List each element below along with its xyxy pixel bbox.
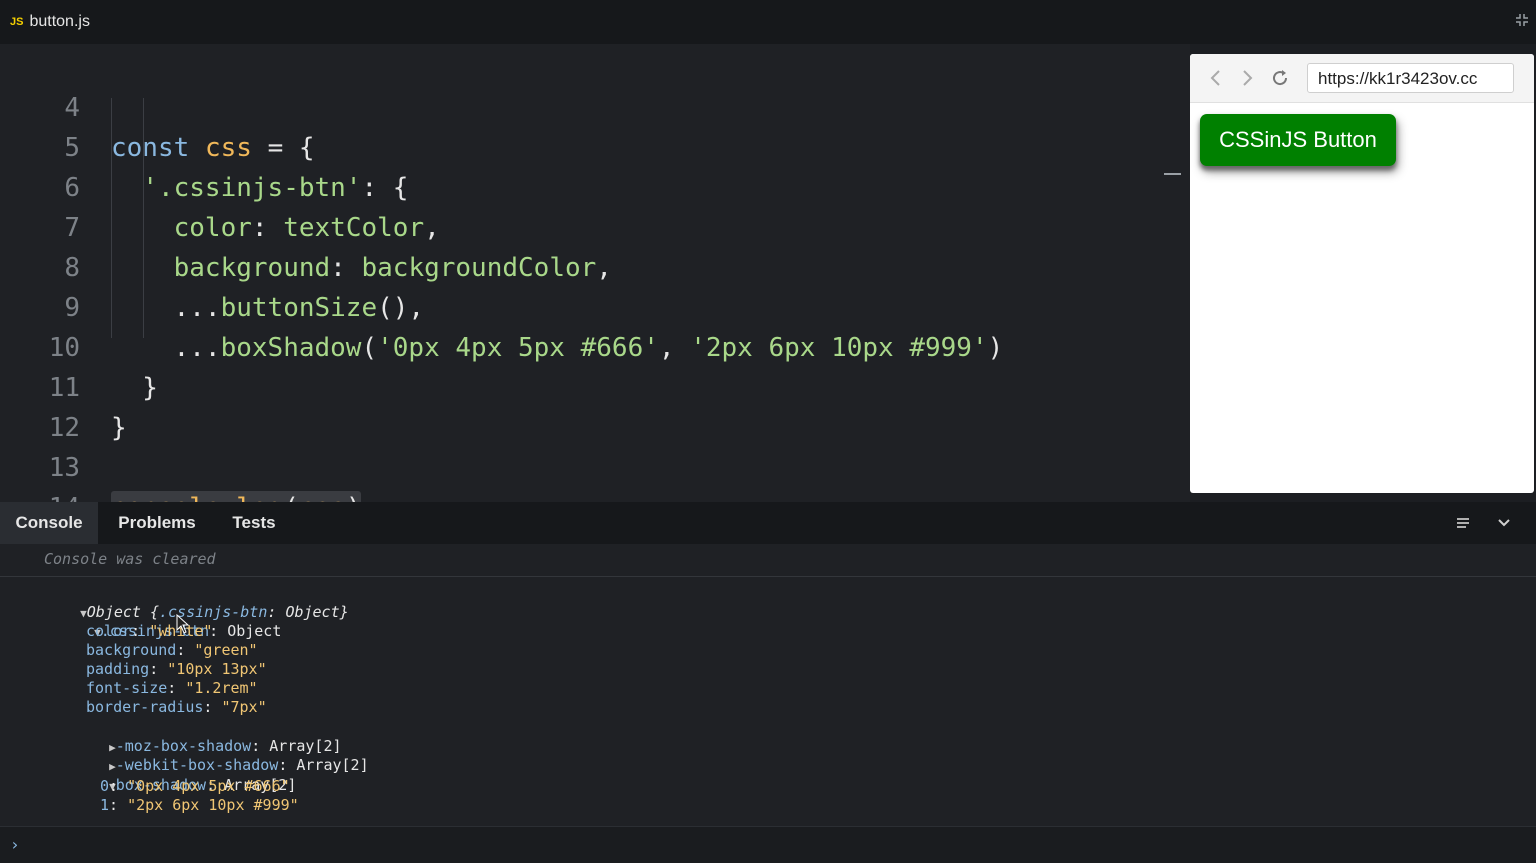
property-row: font-size: "1.2rem" <box>86 679 258 697</box>
code-line: 5 '.cssinjs-btn': { <box>0 88 408 203</box>
tab-console[interactable]: Console <box>0 502 98 544</box>
browser-toolbar: https://kk1r3423ov.cc <box>1190 54 1534 103</box>
console-input[interactable]: › <box>0 826 1536 863</box>
collapse-icon[interactable] <box>1514 12 1530 28</box>
file-name: button.js <box>29 13 90 30</box>
code-line: 13 console.log(css) <box>0 408 362 502</box>
code-line: 8 ...buttonSize(), <box>0 208 424 323</box>
code-line: 7 background: backgroundColor, <box>0 168 612 283</box>
browser-preview: https://kk1r3423ov.cc CSSinJS Button <box>1190 54 1534 493</box>
code-line: 15 const toCssString = css => { <box>0 488 63 502</box>
code-line: 12 <box>0 368 80 443</box>
code-line: 6 color: textColor, <box>0 128 439 243</box>
code-line: 14 <box>0 448 80 502</box>
mouse-cursor-icon <box>176 614 190 634</box>
scrollbar-gutter[interactable] <box>1164 44 1190 502</box>
code-line: 11 } <box>0 328 127 443</box>
back-icon[interactable] <box>1206 68 1226 88</box>
code-line: 9 ...boxShadow('0px 4px 5px #666', '2px … <box>0 248 1003 363</box>
code-line: 10 } <box>0 288 158 403</box>
object-row[interactable]: ▼Object {.cssinjs-btn: Object} <box>44 584 349 621</box>
code-line: 4 const css = { <box>0 48 314 163</box>
title-bar: JS button.js <box>0 0 1536 44</box>
chevron-down-icon[interactable] <box>1495 514 1513 532</box>
btn-object-row[interactable]: ▼.cssinjs-btn: Object <box>58 603 281 640</box>
divider <box>0 576 1536 577</box>
code-editor[interactable]: 4 const css = { 5 '.cssinjs-btn': { 6 co… <box>0 44 1164 502</box>
console-output: Console was cleared ▼Object {.cssinjs-bt… <box>0 544 1536 826</box>
js-file-icon: JS <box>10 16 24 28</box>
forward-icon[interactable] <box>1237 68 1257 88</box>
property-row: padding: "10px 13px" <box>86 660 267 678</box>
array-row[interactable]: ▶-moz-box-shadow: Array[2] <box>73 718 341 755</box>
url-input[interactable]: https://kk1r3423ov.cc <box>1307 63 1514 93</box>
array-item: 1: "2px 6px 10px #999" <box>100 796 299 814</box>
property-row: border-radius: "7px" <box>86 698 267 716</box>
property-row: color: "white" <box>86 622 213 640</box>
array-row[interactable]: ▶-webkit-box-shadow: Array[2] <box>73 737 369 774</box>
scroll-marker <box>1164 173 1181 175</box>
cssinjs-button[interactable]: CSSinJS Button <box>1200 114 1396 166</box>
console-cleared-message: Console was cleared <box>44 550 216 568</box>
property-row: background: "green" <box>86 641 258 659</box>
array-row[interactable]: ▼box-shadow: Array[2] <box>73 757 296 794</box>
clear-console-icon[interactable] <box>1454 514 1472 532</box>
panel-tab-bar: Console Problems Tests <box>0 502 1536 544</box>
array-item: 0: "0px 4px 5px #666" <box>100 777 290 795</box>
file-tab[interactable]: JS button.js <box>10 12 90 32</box>
prompt-icon: › <box>10 835 20 854</box>
tab-tests[interactable]: Tests <box>218 502 290 544</box>
tab-problems[interactable]: Problems <box>104 502 210 544</box>
reload-icon[interactable] <box>1270 68 1290 88</box>
